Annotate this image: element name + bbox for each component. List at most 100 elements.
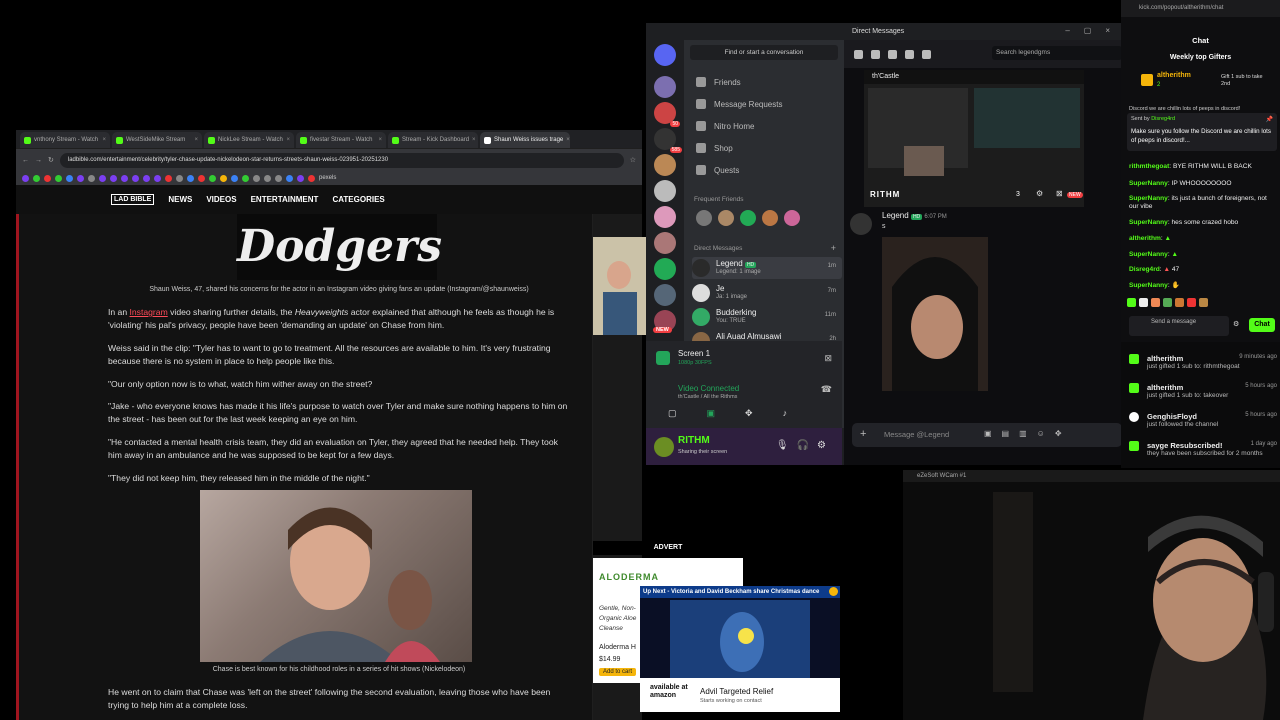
bookmark-star-icon[interactable]: ☆ bbox=[630, 156, 636, 164]
server-icon[interactable] bbox=[654, 258, 676, 280]
friend-avatar[interactable] bbox=[762, 210, 778, 226]
bookmark-icon[interactable] bbox=[66, 174, 73, 182]
bookmark-icon[interactable] bbox=[33, 174, 40, 182]
server-icon[interactable]: 50 bbox=[654, 102, 680, 127]
user-controls[interactable]: 🎙🎧⚙ bbox=[776, 440, 834, 451]
bookmark-icon[interactable] bbox=[275, 174, 282, 182]
browser-tab[interactable]: WestSideMike Stream × bbox=[112, 132, 202, 148]
url-field[interactable]: ladbible.com/entertainment/celebrity/tyl… bbox=[59, 152, 624, 168]
server-icon[interactable] bbox=[654, 180, 676, 202]
nav-videos[interactable]: VIDEOS bbox=[206, 195, 236, 204]
ad-add-to-cart-button[interactable]: Add to cart bbox=[599, 668, 637, 676]
bookmark-icon[interactable] bbox=[286, 174, 293, 182]
bookmark-pexels[interactable]: pexels bbox=[319, 175, 336, 181]
browser-tab[interactable]: vnthony Stream - Watch × bbox=[20, 132, 110, 148]
dm-row[interactable]: Legend HD Legend: 1 image 1m bbox=[692, 257, 842, 279]
add-attachment-icon[interactable]: + bbox=[860, 428, 866, 440]
bookmark-icon[interactable] bbox=[55, 174, 62, 182]
server-icon[interactable] bbox=[654, 284, 676, 306]
close-tab-icon[interactable]: × bbox=[566, 137, 570, 143]
emote-icon[interactable] bbox=[1163, 298, 1172, 307]
reload-icon[interactable]: ↻ bbox=[48, 156, 54, 164]
bookmark-icon[interactable] bbox=[77, 174, 84, 182]
screen-share-preview[interactable]: th'Castle RITHM 3 ⚙ ⊠ NEW bbox=[864, 70, 1084, 207]
emote-icon[interactable] bbox=[1127, 298, 1136, 307]
message-image[interactable] bbox=[882, 237, 988, 391]
dm-row[interactable]: Budderking You: TRUE 11m bbox=[692, 306, 842, 328]
video-call-icon[interactable] bbox=[871, 49, 880, 59]
emote-icon[interactable] bbox=[1199, 298, 1208, 307]
emote-icon[interactable] bbox=[1151, 298, 1160, 307]
nav-entertainment[interactable]: ENTERTAINMENT bbox=[251, 195, 319, 204]
close-tab-icon[interactable]: × bbox=[472, 137, 476, 143]
find-conversation-input[interactable]: Find or start a conversation bbox=[690, 45, 838, 60]
instagram-link[interactable]: Instagram bbox=[130, 307, 168, 317]
back-icon[interactable]: ← bbox=[22, 157, 29, 164]
ladbible-logo[interactable]: LAD BIBLE bbox=[111, 194, 155, 205]
avatar[interactable] bbox=[654, 437, 674, 457]
nav-categories[interactable]: CATEGORIES bbox=[332, 195, 384, 204]
server-icon[interactable] bbox=[654, 232, 676, 254]
friend-avatar[interactable] bbox=[740, 210, 756, 226]
close-icon[interactable]: ⊠ bbox=[824, 353, 832, 364]
server-icon[interactable]: 585 bbox=[654, 128, 682, 153]
server-icon[interactable] bbox=[654, 206, 676, 228]
friend-avatar[interactable] bbox=[718, 210, 734, 226]
up-next-video[interactable]: Up Next - Victoria and David Beckham sha… bbox=[640, 586, 840, 712]
emote-icon[interactable] bbox=[1139, 298, 1148, 307]
forward-icon[interactable]: → bbox=[35, 157, 42, 164]
bookmark-icon[interactable] bbox=[154, 174, 161, 182]
pin-icon[interactable]: 📌 bbox=[1266, 116, 1273, 123]
send-message-input[interactable]: Send a message bbox=[1129, 316, 1229, 336]
nav-message-requests[interactable]: Message Requests bbox=[696, 99, 782, 109]
bookmark-icon[interactable] bbox=[209, 174, 216, 182]
friend-avatar[interactable] bbox=[784, 210, 800, 226]
browser-tab-active[interactable]: Shaun Weiss issues trage × bbox=[480, 132, 570, 148]
bookmark-icon[interactable] bbox=[242, 174, 249, 182]
stop-stream-icon[interactable]: ⊠ bbox=[1056, 189, 1063, 198]
nav-friends[interactable]: Friends bbox=[696, 77, 741, 87]
disconnect-icon[interactable]: ☎ bbox=[821, 384, 832, 395]
bookmark-icon[interactable] bbox=[297, 174, 304, 182]
bookmark-icon[interactable] bbox=[231, 174, 238, 182]
add-friends-icon[interactable] bbox=[905, 49, 914, 59]
bookmark-icon[interactable] bbox=[121, 174, 128, 182]
emote-icon[interactable] bbox=[1175, 298, 1184, 307]
bookmark-icon[interactable] bbox=[176, 174, 183, 182]
soundboard-icon[interactable]: ♪ bbox=[783, 408, 788, 419]
gift-prompt[interactable]: Gift 1 sub to take 2nd bbox=[1221, 74, 1273, 88]
server-icon[interactable] bbox=[654, 154, 676, 176]
pin-icon[interactable] bbox=[888, 49, 897, 59]
server-icon[interactable] bbox=[654, 76, 676, 98]
nav-nitro-home[interactable]: Nitro Home bbox=[696, 121, 754, 131]
bookmark-icon[interactable] bbox=[187, 174, 194, 182]
nav-news[interactable]: NEWS bbox=[168, 195, 192, 204]
bookmark-icon[interactable] bbox=[22, 174, 29, 182]
input-tools[interactable]: ▣▤▥☺✥ bbox=[984, 429, 1072, 438]
call-icon[interactable] bbox=[854, 49, 863, 59]
browser-tab[interactable]: Stream - Kick Dashboard × bbox=[388, 132, 478, 148]
browser-tab[interactable]: fivestar Stream - Watch × bbox=[296, 132, 386, 148]
discord-home-icon[interactable] bbox=[654, 44, 676, 66]
bookmark-icon[interactable] bbox=[110, 174, 117, 182]
bookmark-icon[interactable] bbox=[198, 174, 205, 182]
settings-icon[interactable]: ⚙ bbox=[1036, 189, 1043, 198]
bookmark-icon[interactable] bbox=[220, 174, 227, 182]
emote-icon[interactable] bbox=[1187, 298, 1196, 307]
profile-icon[interactable] bbox=[922, 49, 931, 59]
video-ad-thumbnail[interactable] bbox=[593, 237, 648, 335]
close-tab-icon[interactable]: × bbox=[286, 137, 290, 143]
camera-off-icon[interactable]: ▢ bbox=[668, 408, 677, 419]
screen-share-icon[interactable]: ▣ bbox=[707, 408, 716, 419]
bookmark-icon[interactable] bbox=[253, 174, 260, 182]
close-tab-icon[interactable]: × bbox=[102, 137, 106, 143]
activities-icon[interactable]: ✥ bbox=[745, 408, 753, 419]
bookmark-icon[interactable] bbox=[143, 174, 150, 182]
bookmark-icon[interactable] bbox=[264, 174, 271, 182]
add-dm-icon[interactable]: + bbox=[831, 243, 836, 253]
close-tab-icon[interactable]: × bbox=[194, 137, 198, 143]
close-icon[interactable] bbox=[829, 587, 838, 596]
bookmark-icon[interactable] bbox=[88, 174, 95, 182]
bookmark-icon[interactable] bbox=[44, 174, 51, 182]
browser-tab[interactable]: NickLee Stream - Watch × bbox=[204, 132, 294, 148]
